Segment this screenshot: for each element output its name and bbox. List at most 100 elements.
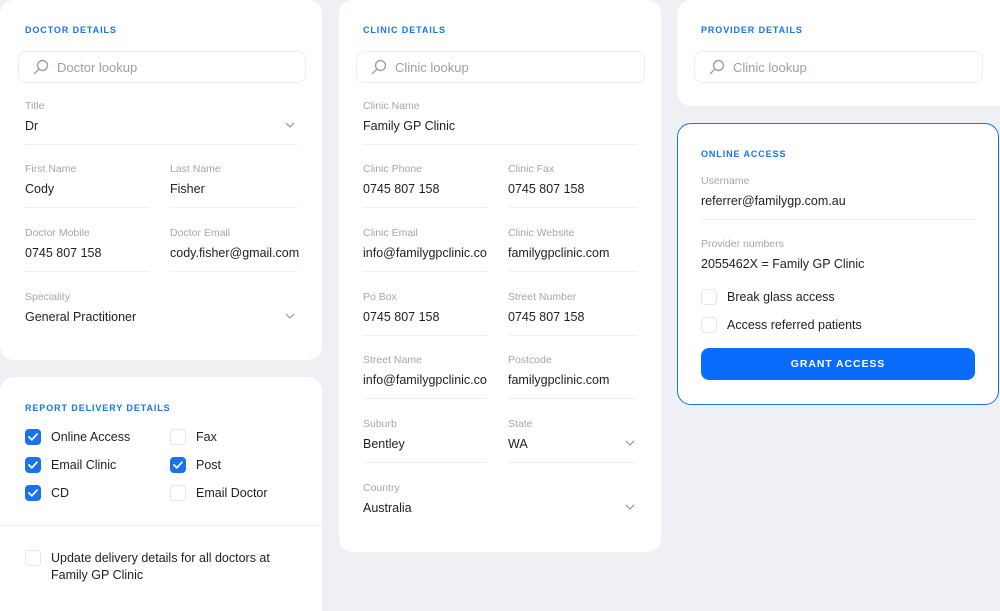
- section-divider: [0, 525, 322, 526]
- cd-label: CD: [51, 486, 70, 500]
- clinic-website-field[interactable]: Clinic Website familygpclinic.com: [508, 227, 637, 275]
- fax-checkbox[interactable]: [170, 429, 186, 445]
- country-select[interactable]: Country Australia: [363, 482, 637, 530]
- online-access-label: Online Access: [51, 430, 131, 444]
- clinic-fax-value: 0745 807 158: [508, 182, 585, 196]
- clinic-lookup-search[interactable]: [356, 51, 645, 83]
- field-underline: [363, 144, 637, 145]
- last-name-label: Last Name: [170, 163, 221, 175]
- field-underline: [508, 462, 637, 463]
- clinic-fax-label: Clinic Fax: [508, 163, 555, 175]
- title-select[interactable]: Title Dr: [25, 100, 297, 148]
- postcode-label: Postcode: [508, 354, 552, 366]
- po-box-field[interactable]: Po Box 0745 807 158: [363, 291, 487, 339]
- field-underline: [25, 271, 149, 272]
- field-underline: [170, 271, 297, 272]
- cd-checkbox[interactable]: [25, 485, 41, 501]
- clinic-details-title: CLINIC DETAILS: [363, 25, 446, 35]
- provider-numbers-label: Provider numbers: [701, 238, 784, 250]
- provider-numbers-value: 2055462X = Family GP Clinic: [701, 257, 865, 271]
- chevron-down-icon: [625, 440, 635, 446]
- doctor-lookup-search[interactable]: [18, 51, 306, 83]
- clinic-name-value: Family GP Clinic: [363, 119, 456, 133]
- po-box-value: 0745 807 158: [363, 310, 440, 324]
- post-checkbox[interactable]: [170, 457, 186, 473]
- username-field[interactable]: Username referrer@familygp.com.au: [701, 175, 976, 223]
- clinic-fax-field[interactable]: Clinic Fax 0745 807 158: [508, 163, 637, 211]
- last-name-field[interactable]: Last Name Fisher: [170, 163, 297, 211]
- clinic-email-field[interactable]: Clinic Email info@familygpclinic.com: [363, 227, 487, 275]
- po-box-label: Po Box: [363, 291, 397, 303]
- postcode-field[interactable]: Postcode familygpclinic.com: [508, 354, 637, 402]
- field-underline: [508, 207, 637, 208]
- field-underline: [363, 462, 487, 463]
- username-value: referrer@familygp.com.au: [701, 194, 846, 208]
- first-name-field[interactable]: First Name Cody: [25, 163, 149, 211]
- speciality-select[interactable]: Speciality General Practitioner: [25, 291, 297, 339]
- online-access-title: ONLINE ACCESS: [701, 149, 787, 159]
- state-label: State: [508, 418, 533, 430]
- field-underline: [25, 207, 149, 208]
- doctor-email-label: Doctor Email: [170, 227, 231, 239]
- country-value: Australia: [363, 501, 412, 515]
- search-icon: [709, 59, 725, 75]
- chevron-down-icon: [285, 313, 295, 319]
- street-name-label: Street Name: [363, 354, 422, 366]
- provider-numbers-field[interactable]: Provider numbers 2055462X = Family GP Cl…: [701, 238, 976, 274]
- clinic-details-card: CLINIC DETAILS Clinic Name Family GP Cli…: [339, 0, 661, 552]
- suburb-value: Bentley: [363, 437, 405, 451]
- chevron-down-icon: [625, 504, 635, 510]
- street-number-value: 0745 807 158: [508, 310, 585, 324]
- clinic-phone-label: Clinic Phone: [363, 163, 422, 175]
- clinic-lookup-input[interactable]: [395, 59, 595, 75]
- doctor-mobile-field[interactable]: Doctor Mobile 0745 807 158: [25, 227, 149, 275]
- email-doctor-label: Email Doctor: [196, 486, 268, 500]
- street-name-field[interactable]: Street Name info@familygpclinic.com: [363, 354, 487, 402]
- post-label: Post: [196, 458, 222, 472]
- field-underline: [701, 219, 976, 220]
- field-underline: [25, 144, 297, 145]
- doctor-details-card: DOCTOR DETAILS Title Dr First Name Cody …: [0, 0, 322, 360]
- title-label: Title: [25, 100, 45, 112]
- postcode-value: familygpclinic.com: [508, 373, 610, 387]
- title-value: Dr: [25, 119, 39, 133]
- checkmark-icon: [28, 461, 38, 469]
- state-select[interactable]: State WA: [508, 418, 637, 466]
- speciality-label: Speciality: [25, 291, 70, 303]
- clinic-website-label: Clinic Website: [508, 227, 575, 239]
- suburb-field[interactable]: Suburb Bentley: [363, 418, 487, 466]
- field-underline: [363, 271, 487, 272]
- clinic-email-label: Clinic Email: [363, 227, 418, 239]
- clinic-phone-field[interactable]: Clinic Phone 0745 807 158: [363, 163, 487, 211]
- referred-patients-label: Access referred patients: [727, 318, 862, 332]
- search-icon: [33, 59, 49, 75]
- last-name-value: Fisher: [170, 182, 205, 196]
- country-label: Country: [363, 482, 400, 494]
- grant-access-button[interactable]: GRANT ACCESS: [701, 348, 975, 380]
- online-access-checkbox[interactable]: [25, 429, 41, 445]
- doctor-lookup-input[interactable]: [57, 59, 257, 75]
- field-underline: [508, 271, 637, 272]
- street-number-field[interactable]: Street Number 0745 807 158: [508, 291, 637, 339]
- suburb-label: Suburb: [363, 418, 397, 430]
- provider-lookup-input[interactable]: [733, 59, 933, 75]
- referred-patients-checkbox[interactable]: [701, 317, 717, 333]
- field-underline: [363, 207, 487, 208]
- email-doctor-checkbox[interactable]: [170, 485, 186, 501]
- speciality-value: General Practitioner: [25, 310, 137, 324]
- doctor-email-field[interactable]: Doctor Email cody.fisher@gmail.com: [170, 227, 304, 275]
- email-clinic-checkbox[interactable]: [25, 457, 41, 473]
- checkmark-icon: [28, 489, 38, 497]
- provider-details-title: PROVIDER DETAILS: [701, 25, 803, 35]
- clinic-name-field[interactable]: Clinic Name Family GP Clinic: [363, 100, 637, 148]
- field-underline: [508, 335, 637, 336]
- field-underline: [508, 398, 637, 399]
- update-all-doctors-checkbox[interactable]: [25, 550, 41, 566]
- clinic-email-value: info@familygpclinic.com: [363, 246, 487, 260]
- break-glass-checkbox[interactable]: [701, 289, 717, 305]
- chevron-down-icon: [285, 122, 295, 128]
- fax-label: Fax: [196, 430, 217, 444]
- break-glass-label: Break glass access: [727, 290, 835, 304]
- provider-lookup-search[interactable]: [694, 51, 983, 83]
- state-value: WA: [508, 437, 528, 451]
